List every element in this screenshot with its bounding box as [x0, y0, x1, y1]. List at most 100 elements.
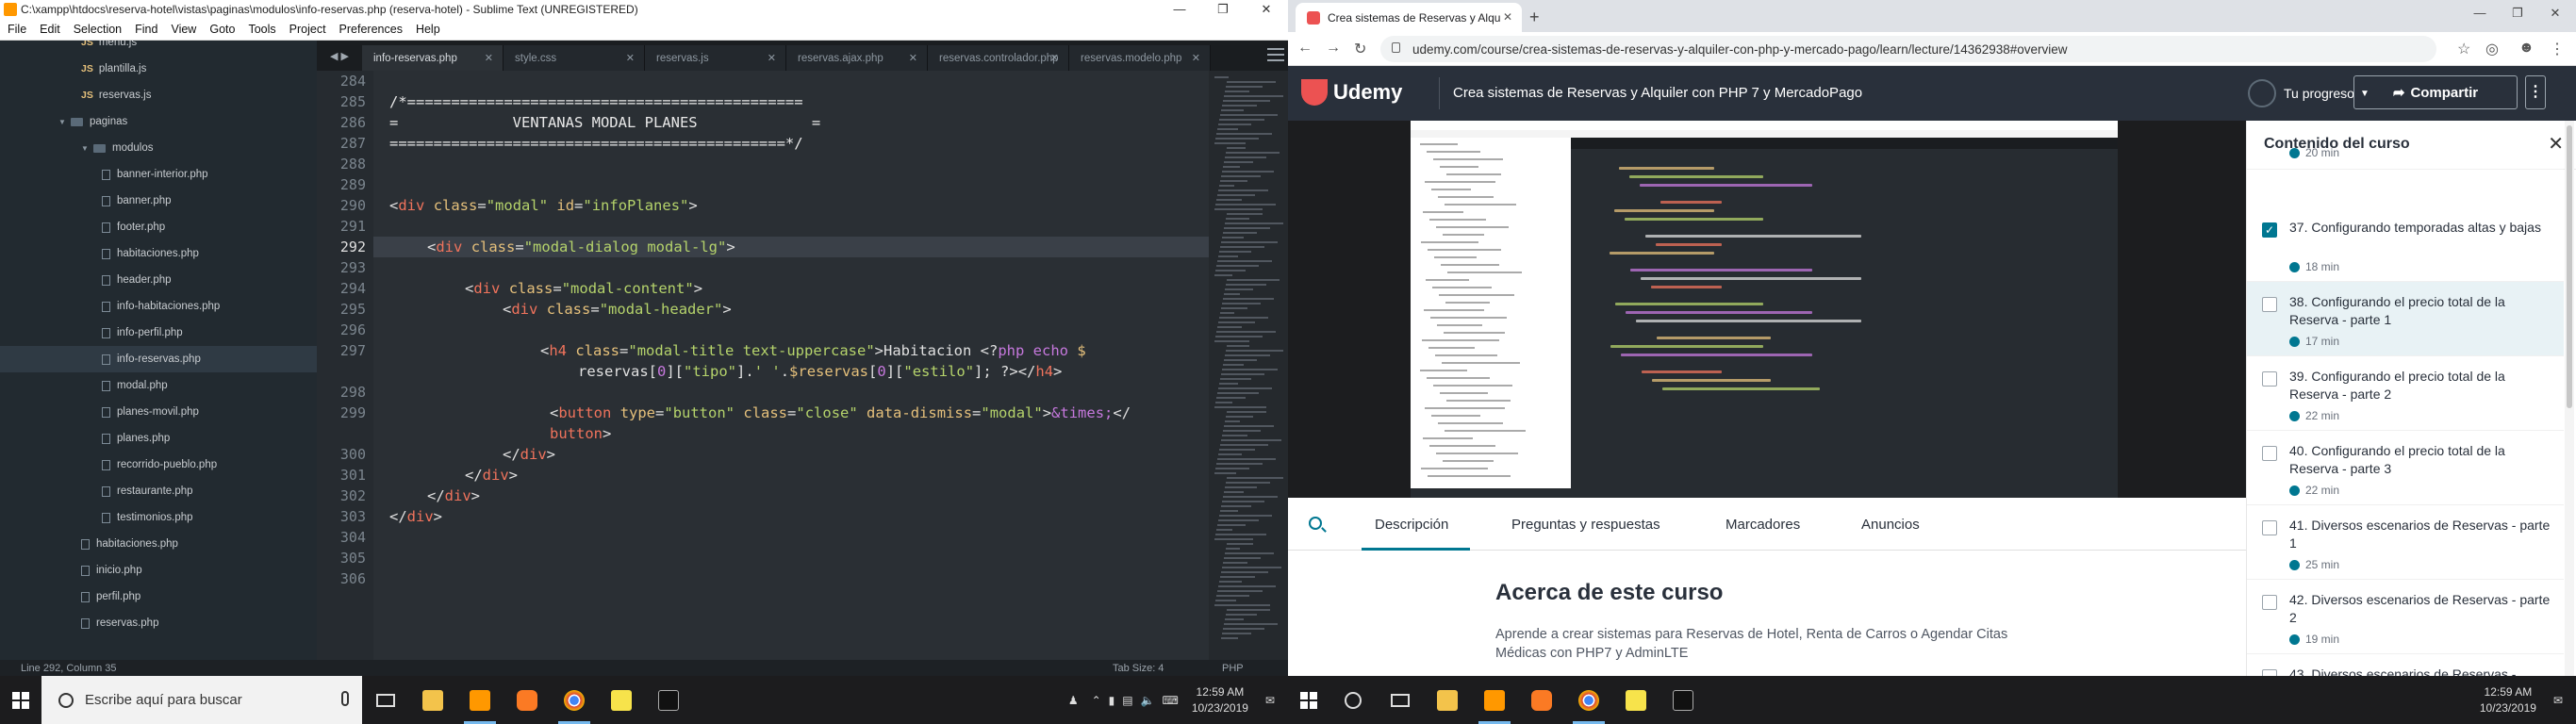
sidebar-item[interactable]: planes.php [0, 425, 170, 452]
udemy-logo[interactable]: Udemy [1301, 79, 1402, 106]
minimize-button[interactable]: — [2461, 6, 2499, 20]
sidebar-item[interactable]: banner.php [0, 188, 172, 214]
sidebar-item[interactable]: JS reservas.js [0, 82, 151, 108]
taskbar-chrome[interactable] [1565, 676, 1612, 724]
tab-reservas-js[interactable]: reservas.js ✕ [645, 45, 786, 71]
tab-anuncios[interactable]: Anuncios [1861, 517, 1920, 533]
taskbar-terminal[interactable] [1660, 676, 1707, 724]
close-tab-icon[interactable]: ✕ [1050, 52, 1059, 64]
course-title[interactable]: Crea sistemas de Reservas y Alquiler con… [1453, 85, 1862, 101]
address-bar[interactable]: udemy.com/course/crea-sistemas-de-reserv… [1380, 36, 2436, 62]
lecture-item[interactable]: 20 min [2247, 137, 2564, 170]
taskbar-clock[interactable]: 12:59 AM 10/23/2019 [2480, 684, 2536, 716]
sidebar-item[interactable]: testimonios.php [0, 504, 193, 531]
chrome-menu-icon[interactable]: ⋮ [2550, 40, 2565, 58]
close-tab-icon[interactable]: ✕ [626, 52, 635, 64]
menu-help[interactable]: Help [416, 23, 440, 36]
new-tab-button[interactable]: + [1529, 8, 1540, 27]
scrollbar-thumb[interactable] [2567, 125, 2572, 408]
sidebar-item[interactable]: perfil.php [0, 584, 140, 610]
start-button[interactable] [1288, 676, 1329, 724]
network-icon[interactable]: ▤ [1122, 694, 1132, 707]
status-tab-size[interactable]: Tab Size: 4 [1113, 663, 1164, 674]
task-view-button[interactable] [1377, 676, 1424, 724]
sidebar-item[interactable]: reservas.php [0, 610, 158, 636]
profile-avatar-icon[interactable]: ☻ [2518, 40, 2535, 57]
start-button[interactable] [0, 676, 41, 724]
sidebar-item[interactable]: info-perfil.php [0, 320, 183, 346]
taskbar-sublime[interactable] [1471, 676, 1518, 724]
close-tab-icon[interactable]: ✕ [1192, 52, 1200, 64]
sidebar-item[interactable]: inicio.php [0, 557, 142, 584]
lecture-checkbox[interactable]: ✓ [2262, 222, 2277, 238]
chevron-up-icon[interactable]: ⌃ [1092, 694, 1101, 707]
minimize-button[interactable]: — [1158, 0, 1201, 19]
lecture-item[interactable]: 40. Configurando el precio total de la R… [2247, 431, 2564, 505]
lecture-checkbox[interactable] [2262, 446, 2277, 461]
sidebar-item[interactable]: footer.php [0, 214, 165, 240]
lecture-checkbox[interactable] [2262, 371, 2277, 387]
sidebar-item[interactable]: habitaciones.php [0, 531, 178, 557]
lecture-checkbox[interactable] [2262, 297, 2277, 312]
tab-nav-arrows[interactable]: ◀ ▶ [317, 41, 362, 71]
tab-reservas-controlador[interactable]: reservas.controlador.php ✕ [928, 45, 1069, 71]
panel-scrollbar[interactable] [2565, 121, 2574, 676]
taskbar-xampp[interactable] [504, 676, 551, 724]
taskbar-chrome[interactable] [551, 676, 598, 724]
video-player[interactable] [1288, 121, 2246, 498]
reload-icon[interactable]: ↻ [1354, 40, 1366, 58]
menu-preferences[interactable]: Preferences [339, 23, 403, 36]
close-window-button[interactable]: ✕ [2536, 6, 2574, 21]
close-tab-icon[interactable]: ✕ [909, 52, 917, 64]
sidebar-item[interactable]: planes-movil.php [0, 399, 199, 425]
taskbar-search-box[interactable]: Escribe aquí para buscar [41, 676, 362, 724]
taskbar-sticky-notes[interactable] [1612, 676, 1660, 724]
menu-view[interactable]: View [171, 23, 196, 36]
close-tab-icon[interactable]: ✕ [485, 52, 493, 64]
minimap[interactable] [1209, 71, 1288, 660]
maximize-button[interactable]: ❐ [1201, 0, 1245, 19]
lecture-item[interactable]: 42. Diversos escenarios de Reservas - pa… [2247, 580, 2564, 654]
sidebar-item[interactable]: header.php [0, 267, 172, 293]
people-icon[interactable]: ♟ [1068, 694, 1079, 707]
taskbar-file-explorer[interactable] [1424, 676, 1471, 724]
expand-arrow-icon[interactable]: ▼ [58, 118, 66, 126]
lecture-checkbox[interactable] [2262, 595, 2277, 610]
bookmark-star-icon[interactable]: ☆ [2457, 40, 2470, 58]
lecture-item[interactable]: 43. Diversos escenarios de Reservas - [2247, 654, 2564, 676]
tab-list-menu-icon[interactable] [1267, 48, 1284, 61]
menu-project[interactable]: Project [289, 23, 326, 36]
cortana-button[interactable] [1329, 676, 1377, 724]
tab-reservas-modelo[interactable]: reservas.modelo.php ✕ [1069, 45, 1211, 71]
volume-icon[interactable]: 🔈 [1141, 694, 1155, 707]
sidebar-item[interactable]: restaurante.php [0, 478, 193, 504]
search-icon[interactable] [1309, 517, 1322, 530]
taskbar-sublime[interactable] [456, 676, 504, 724]
sidebar-item[interactable]: ▼ paginas [0, 108, 127, 135]
tab-info-reservas[interactable]: info-reservas.php ✕ [362, 45, 504, 71]
taskbar-clock[interactable]: 12:59 AM 10/23/2019 [1192, 684, 1248, 716]
back-icon[interactable]: ← [1297, 40, 1313, 57]
more-options-button[interactable]: ⋮ [2525, 75, 2546, 109]
chrome-tab-udemy[interactable]: Crea sistemas de Reservas y Alqu ✕ [1296, 3, 1522, 32]
task-view-button[interactable] [362, 676, 409, 724]
forward-icon[interactable]: → [1326, 40, 1341, 57]
taskbar-xampp[interactable] [1518, 676, 1565, 724]
lecture-checkbox[interactable] [2262, 669, 2277, 676]
extension-icon[interactable]: ◎ [2485, 40, 2499, 58]
menu-goto[interactable]: Goto [209, 23, 235, 36]
expand-arrow-icon[interactable]: ▼ [81, 144, 89, 153]
menu-selection[interactable]: Selection [74, 23, 122, 36]
sidebar-item[interactable]: JS menu.js [0, 41, 137, 56]
battery-icon[interactable]: ▮ [1109, 694, 1115, 707]
tab-preguntas[interactable]: Preguntas y respuestas [1511, 517, 1660, 533]
status-syntax[interactable]: PHP [1222, 663, 1244, 674]
taskbar-sticky-notes[interactable] [598, 676, 645, 724]
sidebar-item[interactable]: ▼ modulos [0, 135, 153, 161]
menu-find[interactable]: Find [135, 23, 157, 36]
notifications-icon[interactable]: ✉ [1265, 694, 1275, 707]
tab-descripcion[interactable]: Descripción [1375, 517, 1448, 533]
sidebar-item[interactable]: info-reservas.php [0, 346, 317, 372]
lecture-item[interactable]: ✓ 37. Configurando temporadas altas y baj… [2247, 207, 2564, 282]
menu-file[interactable]: File [8, 23, 26, 36]
